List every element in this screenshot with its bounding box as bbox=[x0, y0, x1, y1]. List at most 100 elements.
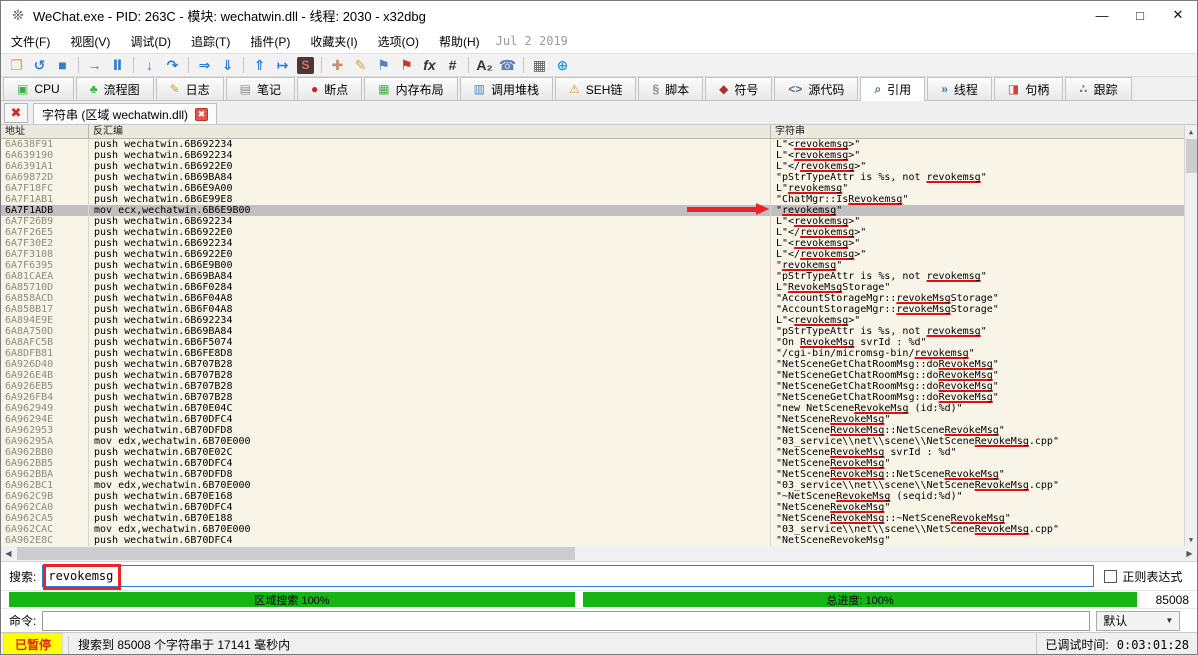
tab-notes[interactable]: ▤ 笔记 bbox=[225, 77, 296, 100]
table-row[interactable]: 6A7F1ADB mov ecx,wechatwin.6B6E9B00 "revok… bbox=[1, 205, 1197, 216]
tab-symbols[interactable]: ◆ 符号 bbox=[705, 77, 773, 100]
menu-item-7[interactable]: 帮助(H) bbox=[429, 30, 490, 52]
tab-breakpoints[interactable]: ● 断点 bbox=[297, 77, 363, 100]
table-row[interactable]: 6A962BB0 push wechatwin.6B70E02C "NetScene… bbox=[1, 447, 1197, 458]
tab-script[interactable]: § 脚本 bbox=[638, 77, 704, 100]
table-row[interactable]: 6A7F26E5 push wechatwin.6B6922E0 L"</revok… bbox=[1, 227, 1197, 238]
table-row[interactable]: 6A926D40 push wechatwin.6B707B28 "NetScene… bbox=[1, 359, 1197, 370]
open-file-icon[interactable]: ❐ bbox=[5, 55, 28, 75]
scroll-up-icon[interactable]: ▲ bbox=[1185, 125, 1197, 138]
column-header-address[interactable]: 地址 bbox=[1, 125, 89, 138]
table-row[interactable]: 6A8AFC5B push wechatwin.6B6F5074 "On Revok… bbox=[1, 337, 1197, 348]
table-row[interactable]: 6A858ACD push wechatwin.6B6F04A8 "AccountS… bbox=[1, 293, 1197, 304]
table-row[interactable]: 6A962BC1 mov edx,wechatwin.6B70E000 "03_se… bbox=[1, 480, 1197, 491]
table-row[interactable]: 6A926EB5 push wechatwin.6B707B28 "NetScene… bbox=[1, 381, 1197, 392]
tab-handles[interactable]: ◨ 句柄 bbox=[993, 77, 1064, 100]
patch-icon[interactable]: ✚ bbox=[326, 55, 349, 75]
tab-trace[interactable]: ∴ 跟踪 bbox=[1065, 77, 1132, 100]
step-over-icon[interactable]: ↷ bbox=[161, 55, 184, 75]
doc-tab-strings[interactable]: 字符串 (区域 wechatwin.dll) ✖ bbox=[33, 103, 218, 124]
menu-item-5[interactable]: 收藏夹(I) bbox=[300, 30, 367, 52]
function-icon[interactable]: fx bbox=[418, 55, 441, 75]
table-row[interactable]: 6A894E9E push wechatwin.6B692234 L"<revoke… bbox=[1, 315, 1197, 326]
step-into-icon[interactable]: ↓ bbox=[138, 55, 161, 75]
table-row[interactable]: 6A962CA5 push wechatwin.6B70E188 "NetScene… bbox=[1, 513, 1197, 524]
report-device-icon[interactable]: ☎ bbox=[496, 55, 519, 75]
tab-log[interactable]: ✎ 日志 bbox=[155, 77, 224, 100]
tab-graph[interactable]: ♣ 流程图 bbox=[75, 77, 154, 100]
tab-call-stack[interactable]: ▥ 调用堆栈 bbox=[459, 77, 553, 100]
regex-checkbox[interactable] bbox=[1104, 569, 1118, 583]
tab-cpu[interactable]: ▣ CPU bbox=[3, 77, 74, 100]
menu-item-6[interactable]: 选项(O) bbox=[368, 30, 429, 52]
table-row[interactable]: 6A962949 push wechatwin.6B70E04C "new NetS… bbox=[1, 403, 1197, 414]
command-input[interactable] bbox=[42, 610, 1091, 631]
table-row[interactable]: 6A6391A1 push wechatwin.6B6922E0 L"</revok… bbox=[1, 161, 1197, 172]
bookmark-icon[interactable]: ⚑ bbox=[395, 55, 418, 75]
vertical-scrollbar[interactable]: ▲ ▼ bbox=[1184, 125, 1197, 546]
scroll-right-icon[interactable]: ▶ bbox=[1182, 546, 1197, 561]
table-row[interactable]: 6A7F26B9 push wechatwin.6B692234 L"<revoke… bbox=[1, 216, 1197, 227]
menu-item-0[interactable]: 文件(F) bbox=[1, 30, 60, 52]
comment-icon[interactable]: ✎ bbox=[349, 55, 372, 75]
tab-threads[interactable]: » 线程 bbox=[927, 77, 992, 100]
table-row[interactable]: 6A8A750D push wechatwin.6B69BA84 "pStrType… bbox=[1, 326, 1197, 337]
table-row[interactable]: 6A85710D push wechatwin.6B6F0284 L"RevokeM… bbox=[1, 282, 1197, 293]
table-row[interactable]: 6A96295A mov edx,wechatwin.6B70E000 "03_se… bbox=[1, 436, 1197, 447]
skip-icon[interactable]: ⇓ bbox=[216, 55, 239, 75]
table-row[interactable]: 6A926E4B push wechatwin.6B707B28 "NetScene… bbox=[1, 370, 1197, 381]
scroll-left-icon[interactable]: ◀ bbox=[1, 546, 16, 561]
stop-icon[interactable]: ■ bbox=[51, 55, 74, 75]
step-out-icon[interactable]: ⇑ bbox=[248, 55, 271, 75]
menu-item-2[interactable]: 调试(D) bbox=[120, 30, 181, 52]
run-icon[interactable]: → bbox=[83, 55, 106, 75]
tab-references[interactable]: ⌕ 引用 bbox=[860, 77, 926, 101]
table-row[interactable]: 6A962BB5 push wechatwin.6B70DFC4 "NetScene… bbox=[1, 458, 1197, 469]
calculator-icon[interactable]: ▦ bbox=[528, 55, 551, 75]
profile-dropdown[interactable]: 默认 ▼ bbox=[1096, 610, 1181, 631]
horizontal-scroll-thumb[interactable] bbox=[17, 547, 575, 560]
tab-memory-map[interactable]: ▦ 内存布局 bbox=[364, 77, 458, 100]
table-row[interactable]: 6A926FB4 push wechatwin.6B707B28 "NetScene… bbox=[1, 392, 1197, 403]
doc-tab-close-icon[interactable]: ✖ bbox=[195, 107, 209, 121]
table-row[interactable]: 6A639190 push wechatwin.6B692234 L"<revoke… bbox=[1, 150, 1197, 161]
table-row[interactable]: 6A7F30E2 push wechatwin.6B692234 L"<revoke… bbox=[1, 238, 1197, 249]
tab-source[interactable]: <> 源代码 bbox=[774, 77, 859, 100]
label-icon[interactable]: ⚑ bbox=[372, 55, 395, 75]
globe-icon[interactable]: ⊕ bbox=[551, 55, 574, 75]
tab-seh-chain[interactable]: ⚠ SEH链 bbox=[555, 77, 637, 100]
table-row[interactable]: 6A962C9B push wechatwin.6B70E168 "~NetScen… bbox=[1, 491, 1197, 502]
minimize-button[interactable]: — bbox=[1083, 1, 1121, 29]
table-row[interactable]: 6A7F1AB1 push wechatwin.6B6E99E8 "ChatMgr:… bbox=[1, 194, 1197, 205]
table-row[interactable]: 6A81CAEA push wechatwin.6B69BA84 "pStrType… bbox=[1, 271, 1197, 282]
table-row[interactable]: 6A8DFB81 push wechatwin.6B6FE8D8 "/cgi-bin… bbox=[1, 348, 1197, 359]
execute-till-return-icon[interactable]: ⇒ bbox=[193, 55, 216, 75]
table-row[interactable]: 6A962CA0 push wechatwin.6B70DFC4 "NetScene… bbox=[1, 502, 1197, 513]
vertical-scroll-thumb[interactable] bbox=[1186, 139, 1197, 173]
table-row[interactable]: 6A638F91 push wechatwin.6B692234 L"<revoke… bbox=[1, 139, 1197, 150]
table-row[interactable]: 6A96294E push wechatwin.6B70DFC4 "NetScene… bbox=[1, 414, 1197, 425]
pause-icon[interactable]: Ⅱ bbox=[106, 55, 129, 75]
table-row[interactable]: 6A962CAC mov edx,wechatwin.6B70E000 "03_se… bbox=[1, 524, 1197, 535]
table-row[interactable]: 6A69872D push wechatwin.6B69BA84 "pStrType… bbox=[1, 172, 1197, 183]
table-row[interactable]: 6A962E8C push wechatwin.6B70DFC4 "NetScene… bbox=[1, 535, 1197, 546]
restart-icon[interactable]: ↺ bbox=[28, 55, 51, 75]
scylla-icon[interactable]: S bbox=[297, 56, 314, 74]
table-row[interactable]: 6A7F18FC push wechatwin.6B6E9A00 L"revokem… bbox=[1, 183, 1197, 194]
column-header-string[interactable]: 字符串 bbox=[771, 125, 1197, 138]
search-input[interactable] bbox=[42, 565, 1095, 587]
table-row[interactable]: 6A962953 push wechatwin.6B70DFD8 "NetScene… bbox=[1, 425, 1197, 436]
table-row[interactable]: 6A7F6395 push wechatwin.6B6E9B00 "revokems… bbox=[1, 260, 1197, 271]
table-row[interactable]: 6A858B17 push wechatwin.6B6F04A8 "AccountS… bbox=[1, 304, 1197, 315]
menu-item-3[interactable]: 追踪(T) bbox=[181, 30, 240, 52]
table-row[interactable]: 6A7F3108 push wechatwin.6B6922E0 L"</revok… bbox=[1, 249, 1197, 260]
run-to-user-code-icon[interactable]: ↦ bbox=[271, 55, 294, 75]
horizontal-scrollbar[interactable]: ◀ ▶ bbox=[1, 546, 1197, 562]
close-all-tabs-button[interactable]: ✖ bbox=[4, 102, 28, 123]
hash-icon[interactable]: # bbox=[441, 55, 464, 75]
maximize-button[interactable]: □ bbox=[1121, 1, 1159, 29]
char-table-icon[interactable]: A₂ bbox=[473, 55, 496, 75]
table-row[interactable]: 6A962BBA push wechatwin.6B70DFD8 "NetScene… bbox=[1, 469, 1197, 480]
column-header-disassembly[interactable]: 反汇编 bbox=[89, 125, 771, 138]
scroll-down-icon[interactable]: ▼ bbox=[1185, 533, 1197, 546]
